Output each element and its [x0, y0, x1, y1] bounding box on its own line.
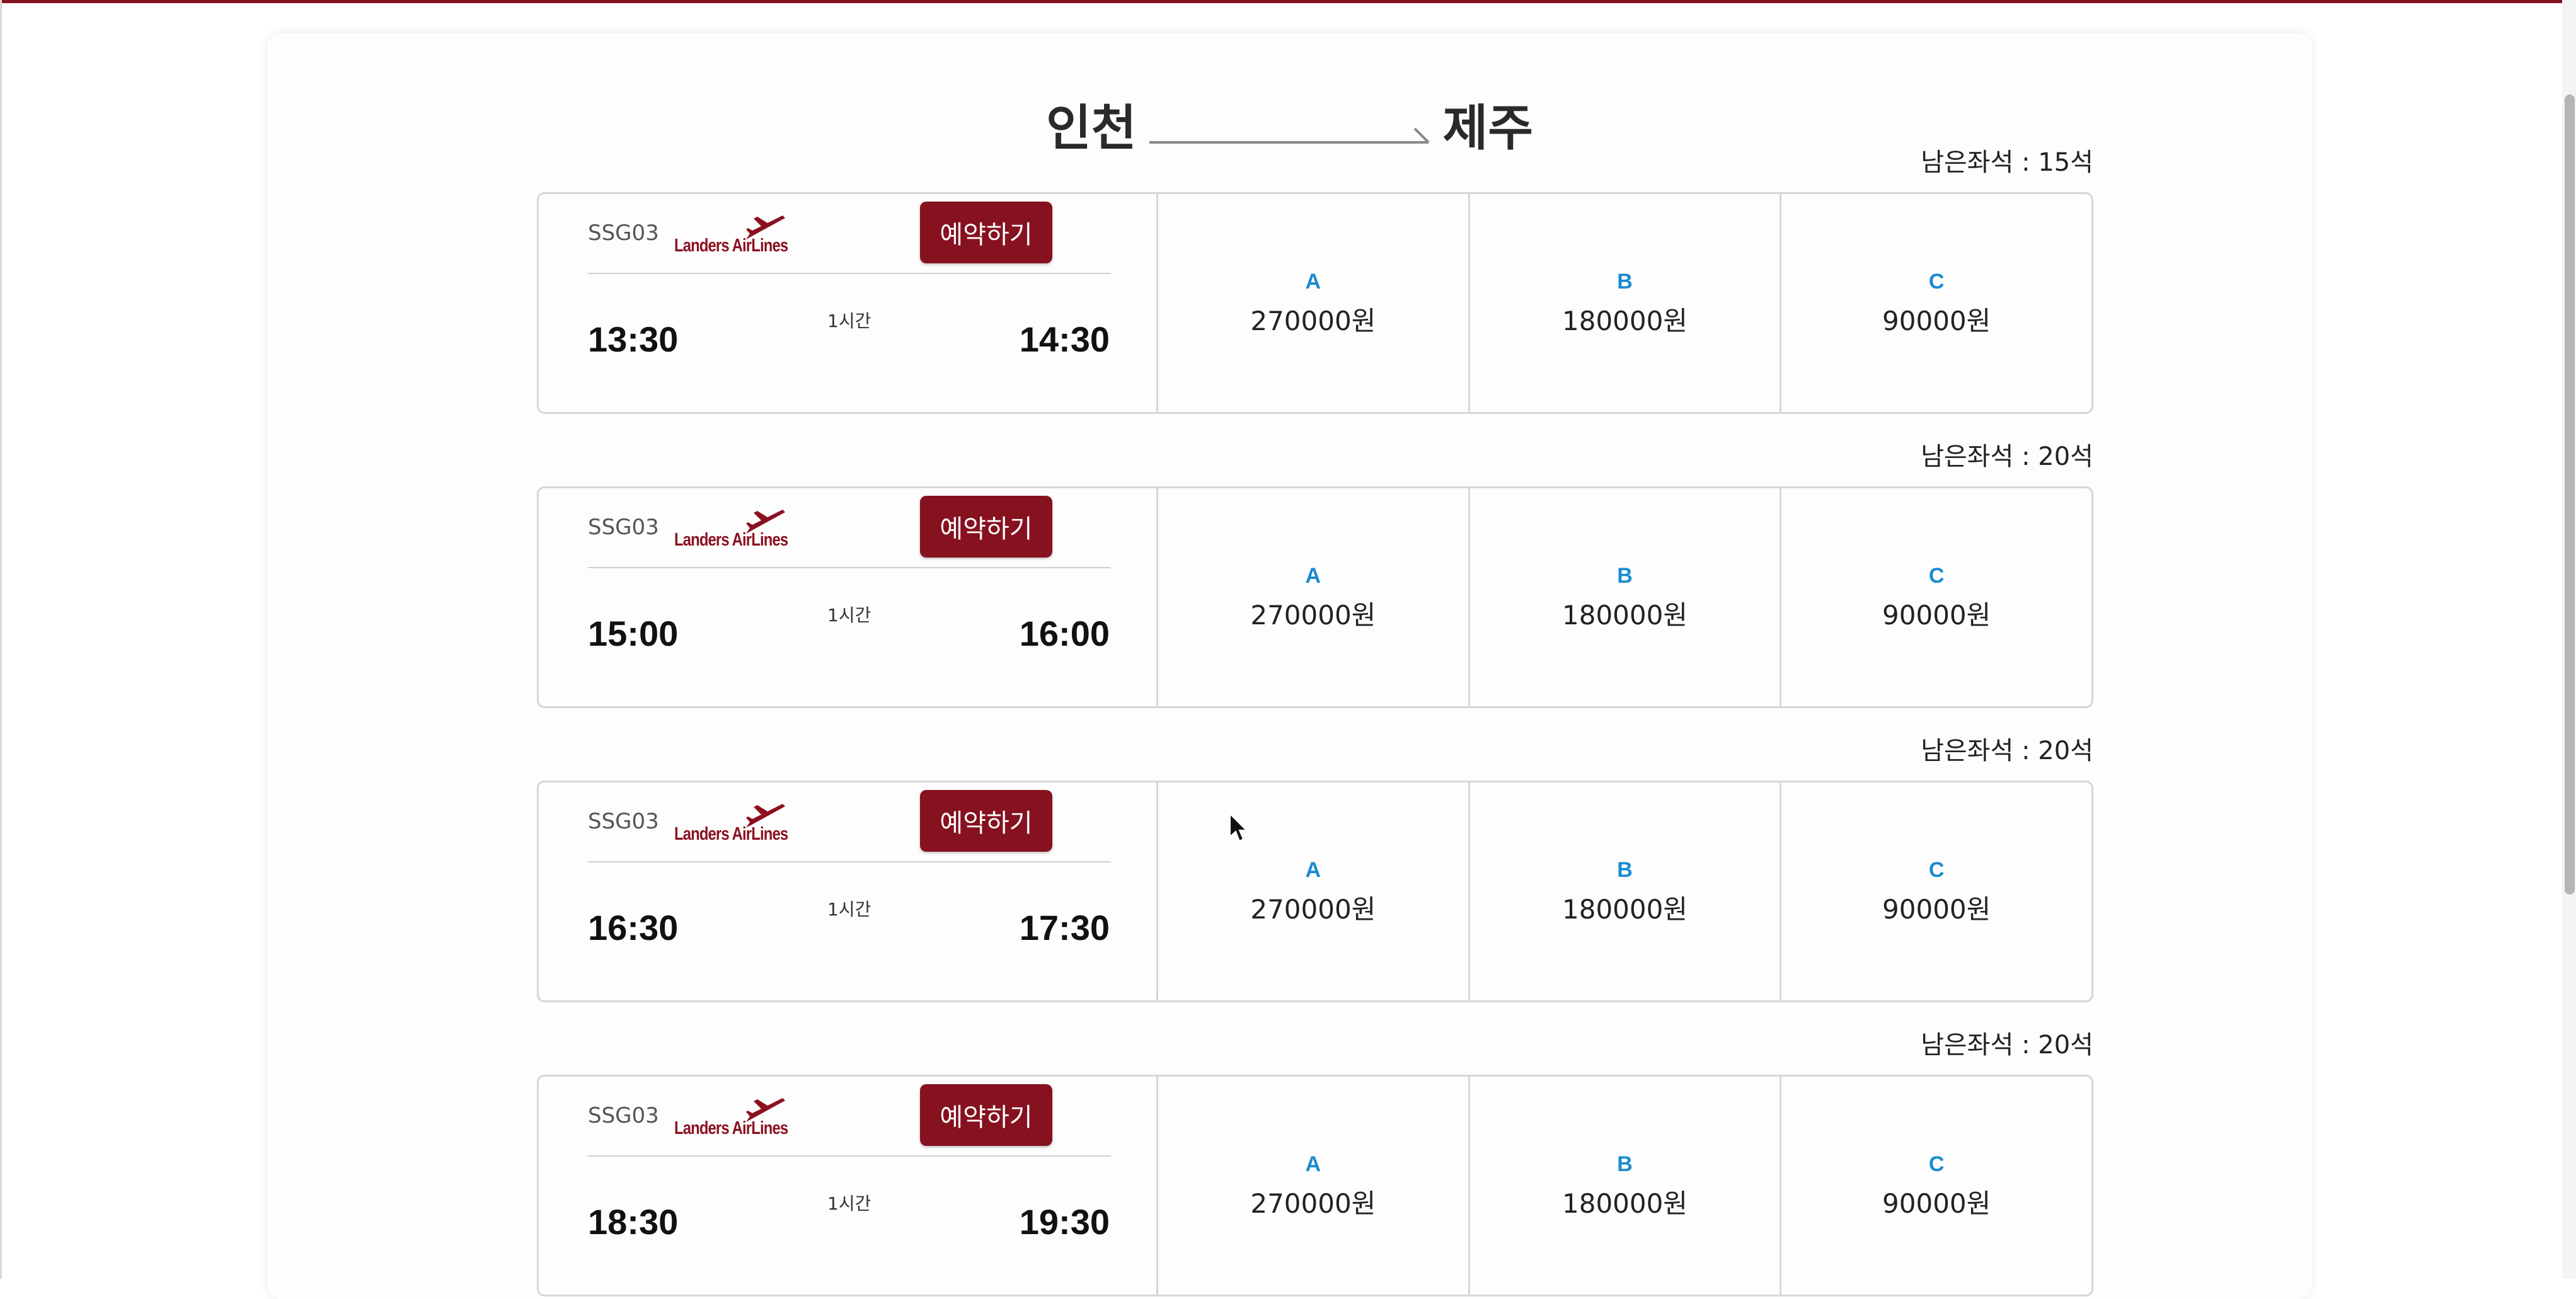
flight-row: SSG03 Landers AirLines 예약하기 15:00 1시간 16…: [537, 486, 2093, 708]
flight-duration: 1시간: [827, 311, 871, 331]
fare-option-a[interactable]: A 270000원: [1158, 782, 1470, 1000]
airline-logo: Landers AirLines: [674, 508, 788, 550]
flight-info: SSG03 Landers AirLines 예약하기 13:30 1시간 14…: [539, 194, 1158, 412]
fare-price: 270000원: [1250, 600, 1376, 631]
book-button[interactable]: 예약하기: [920, 496, 1052, 558]
fare-option-b[interactable]: B 180000원: [1470, 488, 1782, 706]
fare-grade: B: [1617, 858, 1633, 882]
fare-grade: B: [1617, 1152, 1633, 1176]
arrow-right-icon: [1149, 127, 1429, 144]
fare-option-b[interactable]: B 180000원: [1470, 1077, 1782, 1295]
seats-remaining: 남은좌석 : 20석: [1921, 442, 2093, 471]
fare-price: 270000원: [1250, 306, 1376, 336]
flight-code: SSG03: [588, 220, 659, 246]
fare-grade: C: [1928, 564, 1945, 588]
arrival-time: 16:00: [1019, 614, 1110, 653]
book-button[interactable]: 예약하기: [920, 790, 1052, 852]
flight-code: SSG03: [588, 515, 659, 540]
arrival-time: 19:30: [1019, 1202, 1110, 1242]
flight-duration: 1시간: [827, 899, 871, 920]
departure-time: 13:30: [588, 319, 679, 359]
seats-remaining: 남은좌석 : 15석: [1921, 148, 2093, 177]
flight-duration: 1시간: [827, 1193, 871, 1214]
flight-code: SSG03: [588, 1103, 659, 1128]
divider: [588, 273, 1111, 274]
fare-option-c[interactable]: C 90000원: [1781, 782, 2091, 1000]
scrollbar[interactable]: [2562, 0, 2576, 1279]
arrival-time: 14:30: [1019, 319, 1110, 359]
arrival-time: 17:30: [1019, 908, 1110, 947]
fare-option-c[interactable]: C 90000원: [1781, 1077, 2091, 1295]
fare-option-c[interactable]: C 90000원: [1781, 488, 2091, 706]
flight-info: SSG03 Landers AirLines 예약하기 18:30 1시간 19…: [539, 1077, 1158, 1295]
fare-price: 180000원: [1562, 306, 1688, 336]
fare-grade: C: [1928, 270, 1945, 294]
departure-time: 16:30: [588, 908, 679, 947]
airplane-icon: [746, 510, 785, 534]
fare-price: 90000원: [1882, 894, 1991, 925]
fare-grade: A: [1305, 270, 1321, 294]
fare-grade: A: [1305, 1152, 1321, 1176]
divider: [588, 1155, 1111, 1157]
flight-code: SSG03: [588, 809, 659, 834]
departure-time: 15:00: [588, 614, 679, 653]
airline-logo: Landers AirLines: [674, 1097, 788, 1138]
fare-grade: A: [1305, 564, 1321, 588]
airplane-icon: [746, 804, 785, 828]
fare-price: 270000원: [1250, 1188, 1376, 1219]
divider: [588, 861, 1111, 862]
airplane-icon: [746, 1098, 785, 1122]
top-accent-line: [0, 0, 2576, 3]
destination-city: 제주: [1442, 100, 1534, 157]
scrollbar-thumb[interactable]: [2565, 94, 2575, 895]
fare-option-c[interactable]: C 90000원: [1781, 194, 2091, 412]
mouse-pointer-icon: [1229, 813, 1248, 842]
fare-option-a[interactable]: A 270000원: [1158, 1077, 1470, 1295]
seats-remaining: 남은좌석 : 20석: [1921, 1031, 2093, 1060]
fare-price: 180000원: [1562, 894, 1688, 925]
fare-price: 90000원: [1882, 1188, 1991, 1219]
window-edge: [0, 0, 2, 1279]
seats-remaining: 남은좌석 : 20석: [1921, 736, 2093, 765]
fare-grade: B: [1617, 270, 1633, 294]
fare-grade: B: [1617, 564, 1633, 588]
book-button[interactable]: 예약하기: [920, 202, 1052, 263]
flight-row: SSG03 Landers AirLines 예약하기 18:30 1시간 19…: [537, 1075, 2093, 1296]
fare-option-a[interactable]: A 270000원: [1158, 488, 1470, 706]
origin-city: 인천: [1045, 100, 1137, 157]
flight-duration: 1시간: [827, 605, 871, 626]
fare-option-b[interactable]: B 180000원: [1470, 782, 1782, 1000]
departure-time: 18:30: [588, 1202, 679, 1242]
flight-info: SSG03 Landers AirLines 예약하기 16:30 1시간 17…: [539, 782, 1158, 1000]
fare-price: 180000원: [1562, 600, 1688, 631]
airline-logo: Landers AirLines: [674, 803, 788, 844]
fare-price: 90000원: [1882, 306, 1991, 336]
flight-row: SSG03 Landers AirLines 예약하기 16:30 1시간 17…: [537, 781, 2093, 1002]
divider: [588, 567, 1111, 568]
fare-option-a[interactable]: A 270000원: [1158, 194, 1470, 412]
fare-grade: C: [1928, 1152, 1945, 1176]
fare-price: 90000원: [1882, 600, 1991, 631]
airline-logo: Landers AirLines: [674, 214, 788, 256]
flight-info: SSG03 Landers AirLines 예약하기 15:00 1시간 16…: [539, 488, 1158, 706]
fare-grade: A: [1305, 858, 1321, 882]
fare-grade: C: [1928, 858, 1945, 882]
airplane-icon: [746, 215, 785, 239]
fare-price: 270000원: [1250, 894, 1376, 925]
fare-option-b[interactable]: B 180000원: [1470, 194, 1782, 412]
flight-row: SSG03 Landers AirLines 예약하기 13:30 1시간 14…: [537, 192, 2093, 414]
book-button[interactable]: 예약하기: [920, 1084, 1052, 1146]
fare-price: 180000원: [1562, 1188, 1688, 1219]
